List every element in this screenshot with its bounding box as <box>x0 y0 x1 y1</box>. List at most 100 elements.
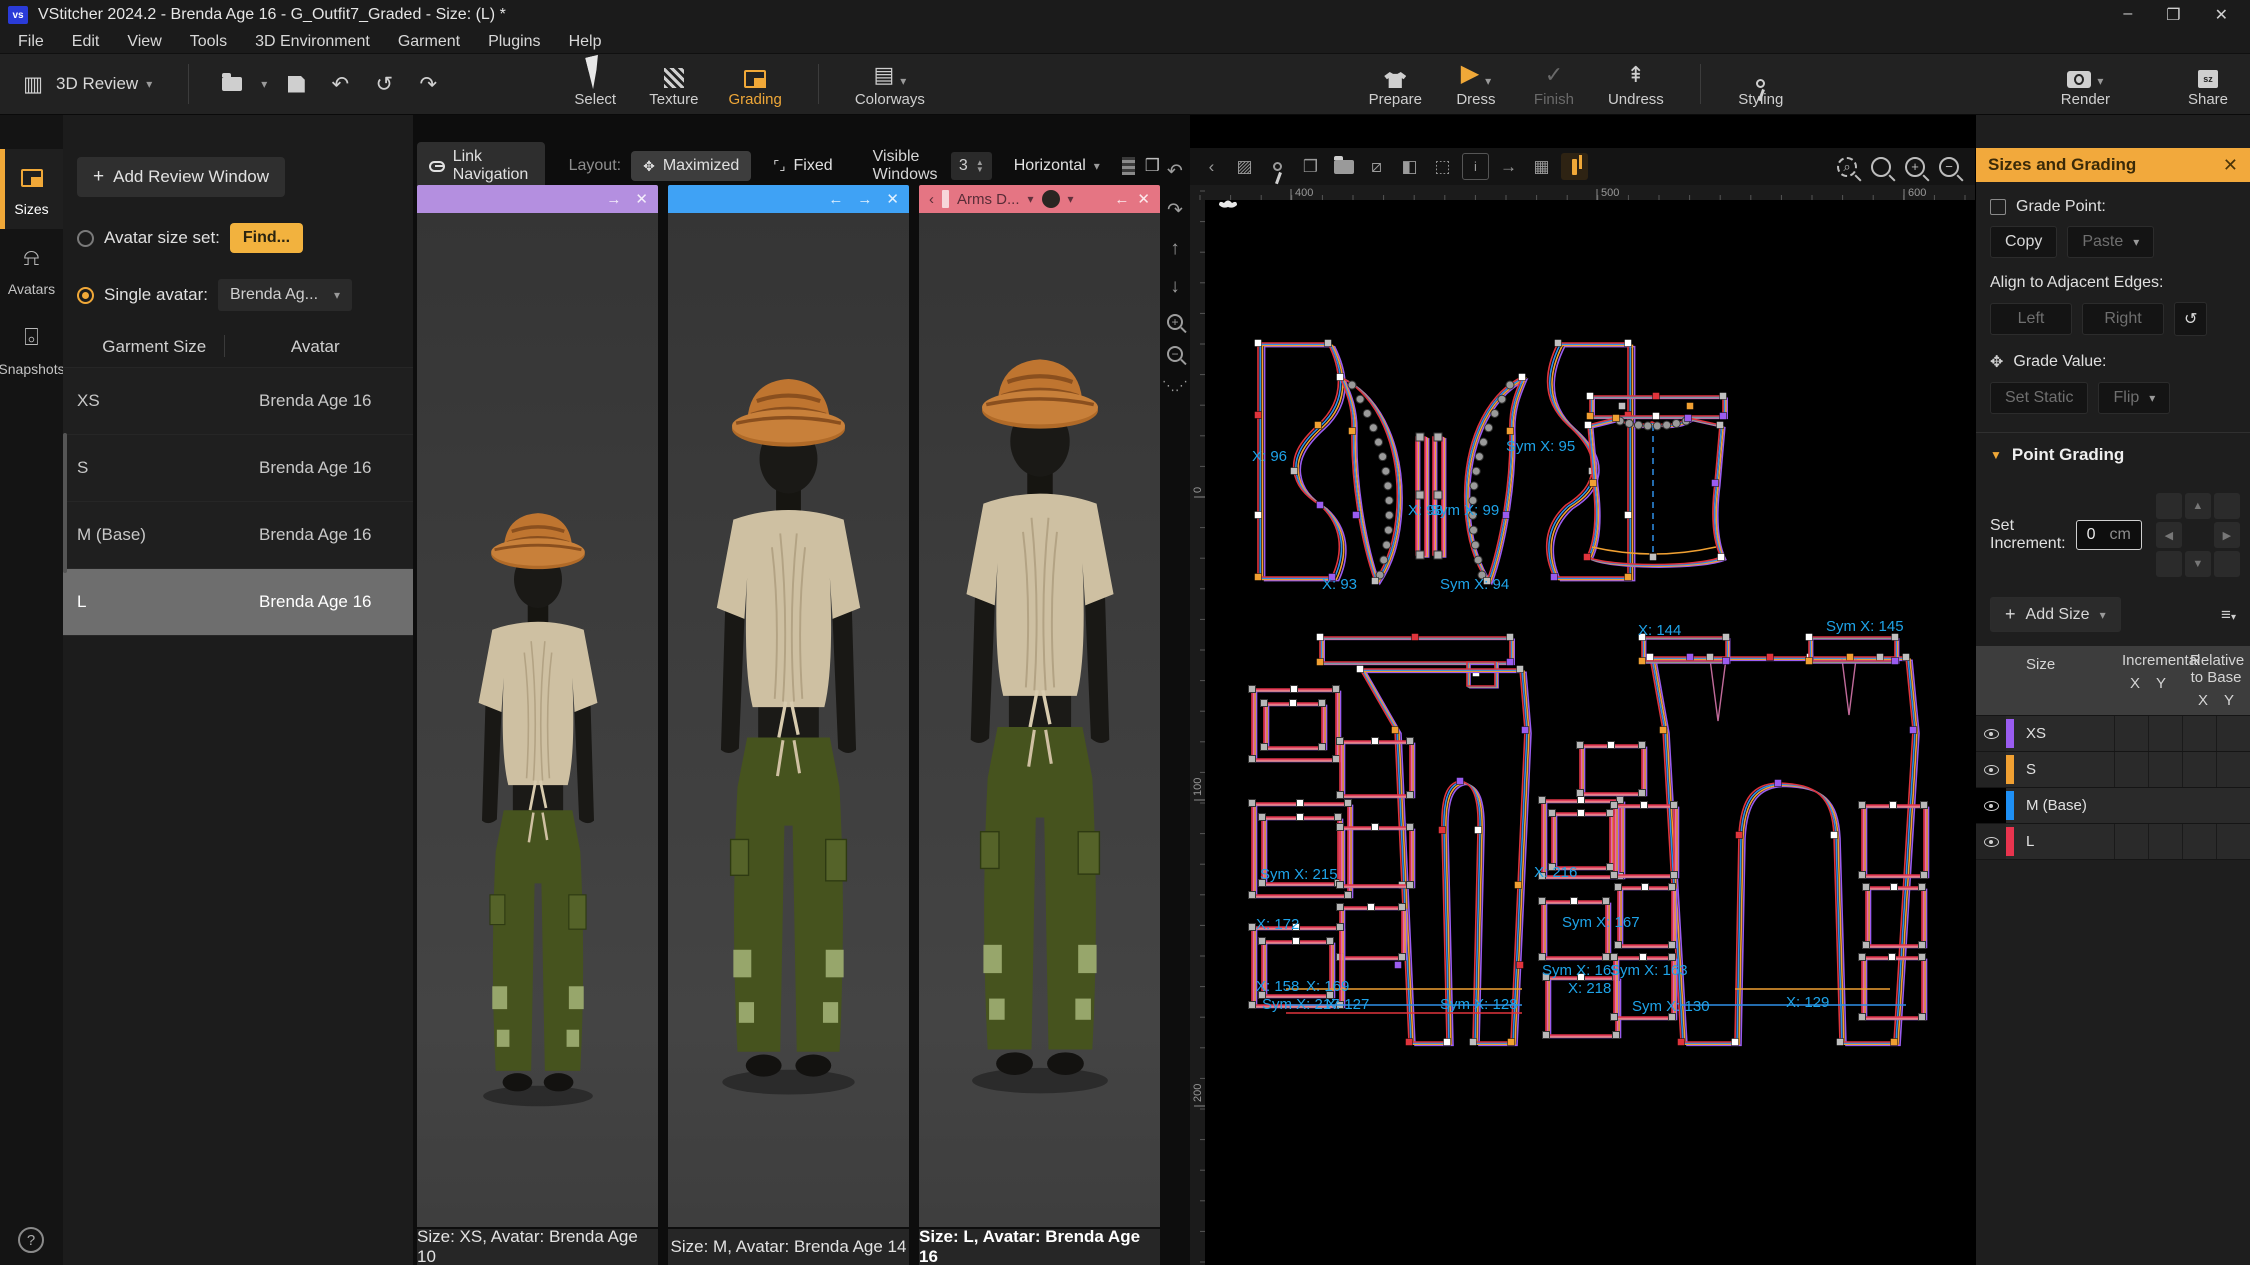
redo-button[interactable]: ↷ <box>413 69 443 99</box>
sidebar-item-avatars[interactable]: ⍾ Avatars <box>0 229 63 309</box>
menu-help[interactable]: Help <box>557 31 614 53</box>
close-panel-icon[interactable]: ✕ <box>2223 155 2238 176</box>
pieces-icon[interactable] <box>1330 153 1357 180</box>
colorways-button[interactable]: ▤▾ Colorways <box>847 56 933 112</box>
align-left-button[interactable]: Left <box>1990 303 2072 335</box>
mode-selector[interactable]: ▥ 3D Review▾ <box>10 63 160 105</box>
help-button[interactable]: ? <box>18 1227 44 1253</box>
table-scrollbar[interactable] <box>63 433 67 573</box>
orbit-left-icon[interactable]: ↶ <box>1167 160 1183 183</box>
add-size-button[interactable]: +Add Size▾ <box>1990 597 2121 632</box>
menu-plugins[interactable]: Plugins <box>476 31 552 53</box>
zoom-fit-icon[interactable] <box>1871 157 1891 177</box>
orientation-select[interactable]: Horizontal▾ <box>1002 151 1112 181</box>
visible-windows-stepper[interactable]: 3 ▲▼ <box>951 152 992 180</box>
half-shade-icon[interactable]: ◧ <box>1396 153 1423 180</box>
close-button[interactable]: ✕ <box>2215 5 2228 25</box>
increment-input[interactable]: 0 cm <box>2076 520 2142 550</box>
flip-button[interactable]: Flip▾ <box>2098 382 2170 414</box>
nudge-left-button[interactable]: ◀ <box>2156 522 2182 548</box>
grade-point-checkbox[interactable] <box>1990 199 2006 215</box>
link-navigation-button[interactable]: Link Navigation <box>417 142 545 190</box>
window-title-dropdown[interactable]: Arms D... <box>957 191 1020 208</box>
window-icon[interactable]: ❒ <box>1297 153 1324 180</box>
zoom-out-icon[interactable]: − <box>1167 346 1183 362</box>
styling-button[interactable]: Styling <box>1729 56 1793 112</box>
nudge-down-button[interactable]: ▼ <box>2185 551 2211 577</box>
grading-tool-button[interactable]: Grading <box>720 56 789 112</box>
align-right-button[interactable]: Right <box>2082 303 2164 335</box>
dress-button[interactable]: ▶▾ Dress <box>1444 56 1508 112</box>
avatar-viewport-l[interactable] <box>919 213 1160 1227</box>
set-static-button[interactable]: Set Static <box>1990 382 2088 414</box>
info-icon[interactable]: i <box>1462 153 1489 180</box>
menu-edit[interactable]: Edit <box>60 31 112 53</box>
fabric-icon[interactable]: ▨ <box>1231 153 1258 180</box>
open-chevron[interactable]: ▾ <box>261 77 267 91</box>
add-review-window-button[interactable]: + Add Review Window <box>77 157 285 197</box>
pan-down-icon[interactable]: ↓ <box>1170 276 1180 298</box>
single-avatar-select[interactable]: Brenda Ag...▾ <box>218 279 352 311</box>
share-button[interactable]: sz Share <box>2176 56 2240 112</box>
pin-tool-icon[interactable] <box>1264 153 1291 180</box>
open-folder-button[interactable] <box>217 69 247 99</box>
size-row-m-base[interactable]: M (Base) <box>1976 787 2250 823</box>
arrow-right-icon[interactable]: → <box>857 191 872 208</box>
size-row-xs[interactable]: XS <box>1976 715 2250 751</box>
size-row-l[interactable]: L <box>1976 823 2250 859</box>
visibility-eye-icon[interactable] <box>1976 716 2006 751</box>
avatar-thumb-icon[interactable] <box>1042 190 1060 208</box>
visibility-eye-icon[interactable] <box>1976 824 2006 859</box>
nudge-right-button[interactable]: ▶ <box>2214 522 2240 548</box>
menu-3d-environment[interactable]: 3D Environment <box>243 31 382 53</box>
collapse-toolbar-icon[interactable]: ‹ <box>1198 153 1225 180</box>
history-button[interactable]: ↺ <box>369 69 399 99</box>
save-button[interactable] <box>281 69 311 99</box>
nudge-up-button[interactable]: ▲ <box>2185 493 2211 519</box>
visibility-eye-icon[interactable] <box>1976 752 2006 787</box>
finish-button[interactable]: ✓ Finish <box>1522 56 1586 112</box>
sidebar-item-sizes[interactable]: Sizes <box>0 149 63 229</box>
arrow-left-icon[interactable]: ← <box>1114 191 1129 208</box>
visibility-eye-icon[interactable] <box>1976 788 2006 823</box>
size-row-s[interactable]: S <box>1976 751 2250 787</box>
close-window-icon[interactable]: ✕ <box>635 190 648 208</box>
avatar-viewport-xs[interactable] <box>417 213 658 1227</box>
prepare-button[interactable]: Prepare <box>1361 56 1430 112</box>
avatar-size-set-radio[interactable] <box>77 230 94 247</box>
arrow-left-icon[interactable]: ← <box>828 191 843 208</box>
reset-align-button[interactable]: ↺ <box>2174 302 2207 336</box>
fit-view-icon[interactable]: ⋱⋰ <box>1162 378 1188 394</box>
layout-fixed-button[interactable]: ⌜⌟ Fixed <box>761 151 844 181</box>
avatar-viewport-m[interactable] <box>668 213 909 1227</box>
copy-button[interactable]: Copy <box>1990 226 2057 258</box>
layout-list-icon[interactable] <box>1122 157 1135 175</box>
menu-tools[interactable]: Tools <box>178 31 239 53</box>
float-window-icon[interactable]: ❒ <box>1145 156 1160 176</box>
grid-icon[interactable]: ▦ <box>1528 153 1555 180</box>
minimize-button[interactable]: – <box>2123 5 2132 25</box>
close-window-icon[interactable]: ✕ <box>886 190 899 208</box>
render-button[interactable]: ▾ Render <box>2053 56 2118 112</box>
texture-tool-button[interactable]: Texture <box>641 56 706 112</box>
undress-button[interactable]: ⇞ Undress <box>1600 56 1672 112</box>
pattern-canvas[interactable]: 4005006000100200X: 96Sym X: 95X: 98Sym X… <box>1190 185 1975 1265</box>
arrow-mode-icon[interactable]: → <box>1495 153 1522 180</box>
measure-icon[interactable] <box>942 190 949 208</box>
table-row-s[interactable]: SBrenda Age 16 <box>63 434 413 501</box>
restore-button[interactable]: ❐ <box>2166 5 2180 25</box>
zoom-in-icon[interactable]: + <box>1167 314 1183 330</box>
zoom-area-icon[interactable]: ⌕ <box>1837 157 1857 177</box>
single-avatar-radio[interactable] <box>77 287 94 304</box>
zoom-in-2d-icon[interactable]: + <box>1905 157 1925 177</box>
paste-button[interactable]: Paste▾ <box>2067 226 2154 258</box>
undo-button[interactable]: ↶ <box>325 69 355 99</box>
menu-view[interactable]: View <box>115 31 173 53</box>
chevron-left-icon[interactable]: ‹ <box>929 191 934 208</box>
menu-file[interactable]: File <box>6 31 56 53</box>
table-row-xs[interactable]: XSBrenda Age 16 <box>63 367 413 434</box>
table-row-l[interactable]: LBrenda Age 16 <box>63 568 413 635</box>
collapse-section-icon[interactable]: ▼ <box>1990 448 2002 462</box>
find-button[interactable]: Find... <box>230 223 303 253</box>
layout-maximized-button[interactable]: ✥ Maximized <box>631 151 751 181</box>
